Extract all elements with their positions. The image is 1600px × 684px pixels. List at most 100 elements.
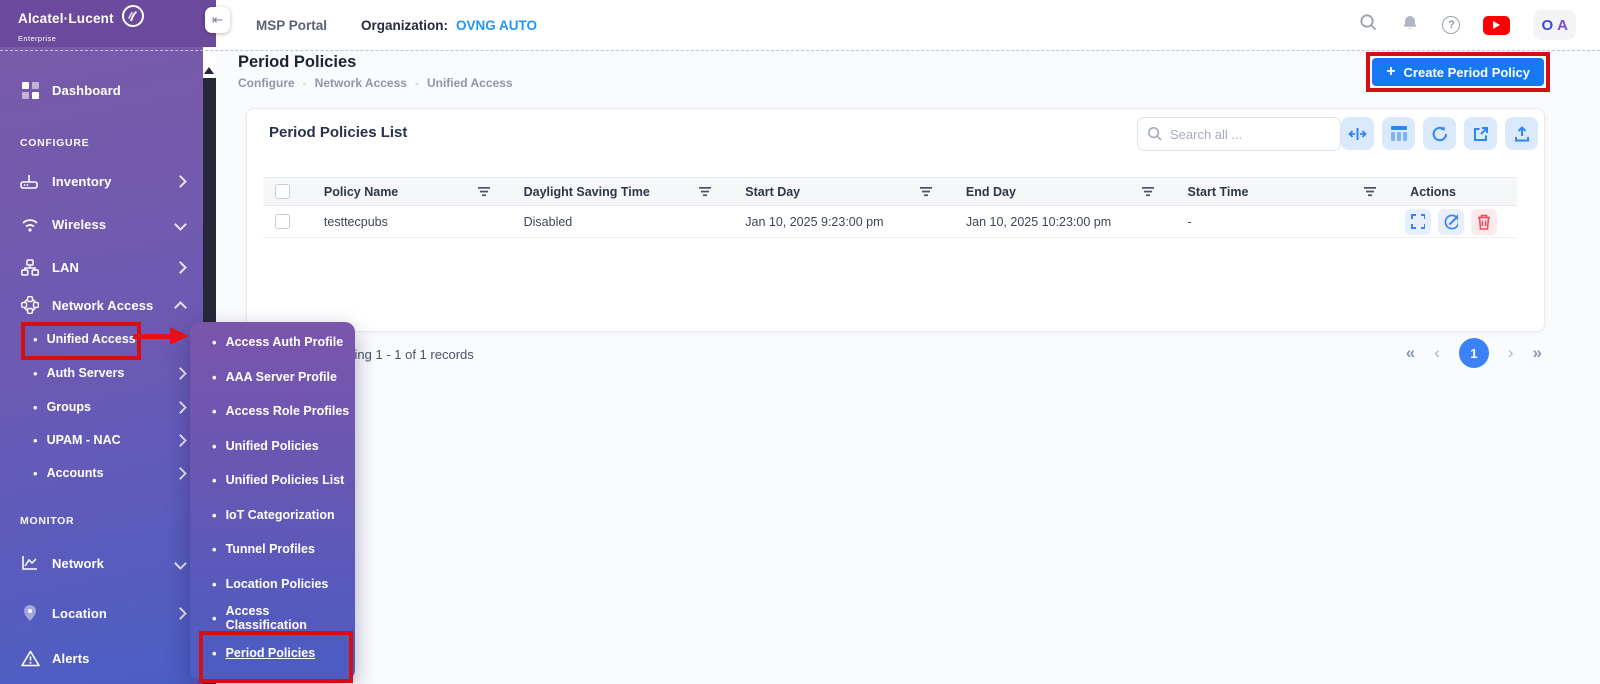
sidebar-collapse-button[interactable]: ⇤ [205, 7, 230, 33]
columns-icon [1391, 126, 1407, 141]
column-header-daylight-saving-time[interactable]: Daylight Saving Time [503, 178, 725, 205]
sidebar-item-inventory[interactable]: Inventory [0, 166, 203, 196]
bullet-icon: • [33, 433, 38, 448]
flyout-item-location-policies[interactable]: •Location Policies [204, 569, 351, 599]
sidebar-item-network[interactable]: Network [0, 548, 203, 578]
breadcrumb-item[interactable]: Unified Access [427, 76, 513, 90]
table-toolbar [1341, 117, 1538, 150]
flyout-item-iot-categorization[interactable]: •IoT Categorization [204, 500, 351, 530]
create-period-policy-button[interactable]: + Create Period Policy [1372, 58, 1544, 86]
edit-row-button[interactable] [1438, 209, 1464, 235]
sidebar-item-label: Dashboard [52, 83, 203, 98]
sidebar-subitem-accounts[interactable]: • Accounts [0, 458, 203, 488]
fit-columns-icon [1348, 127, 1367, 141]
flyout-item-unified-policies[interactable]: •Unified Policies [204, 431, 351, 461]
filter-icon[interactable] [1142, 186, 1155, 197]
youtube-icon[interactable] [1483, 16, 1510, 35]
row-checkbox[interactable] [275, 214, 290, 229]
column-header-policy-name[interactable]: Policy Name [303, 178, 503, 205]
notifications-bell-icon[interactable] [1401, 14, 1419, 37]
period-policies-card: Period Policies List [246, 108, 1545, 332]
column-header-end-day[interactable]: End Day [945, 178, 1167, 205]
pagination-page-1[interactable]: 1 [1459, 338, 1489, 368]
sidebar-item-network-access[interactable]: Network Access [0, 290, 203, 320]
bullet-icon: • [212, 439, 217, 454]
sidebar-item-dashboard[interactable]: Dashboard [0, 75, 203, 105]
filter-icon[interactable] [1364, 186, 1377, 197]
sidebar-subitem-label: UPAM - NAC [47, 433, 176, 447]
table-header-row: Policy Name Daylight Saving Time Start D… [263, 177, 1517, 206]
chevron-right-icon [174, 467, 187, 480]
annotation-arrow-head [170, 327, 189, 345]
bullet-icon: • [212, 508, 217, 523]
flyout-item-aaa-server-profile[interactable]: •AAA Server Profile [204, 362, 351, 392]
sidebar-item-location[interactable]: Location [0, 598, 203, 628]
network-access-icon [19, 296, 41, 314]
flyout-item-access-classification[interactable]: •Access Classification [204, 603, 351, 633]
column-header-start-time[interactable]: Start Time [1167, 178, 1390, 205]
table-row[interactable]: testtecpubs Disabled Jan 10, 2025 9:23:0… [263, 206, 1517, 238]
delete-row-button[interactable] [1471, 209, 1497, 235]
sidebar-item-lan[interactable]: LAN [0, 252, 203, 282]
flyout-item-tunnel-profiles[interactable]: •Tunnel Profiles [204, 534, 351, 564]
filter-icon[interactable] [699, 186, 712, 197]
card-title: Period Policies List [269, 124, 407, 141]
breadcrumb-separator: - [415, 76, 419, 90]
open-external-button[interactable] [1464, 117, 1497, 150]
annotation-box-create-button: + Create Period Policy [1366, 52, 1550, 92]
cell-actions [1389, 209, 1517, 235]
flyout-item-unified-policies-list[interactable]: •Unified Policies List [204, 465, 351, 495]
column-header-start-day[interactable]: Start Day [724, 178, 945, 205]
refresh-icon [1431, 125, 1449, 143]
alerts-warning-icon [19, 650, 41, 667]
filter-icon[interactable] [478, 186, 491, 197]
fit-columns-button[interactable] [1341, 117, 1374, 150]
bullet-icon: • [212, 404, 217, 419]
organization-label: Organization: [361, 18, 448, 33]
inventory-icon [19, 173, 41, 189]
user-avatar[interactable]: O A [1533, 10, 1576, 40]
help-icon[interactable]: ? [1442, 16, 1460, 34]
search-input[interactable] [1137, 117, 1341, 151]
organization-value-link[interactable]: OVNG AUTO [456, 18, 537, 33]
brand-subtitle: Enterprise [18, 34, 145, 43]
portal-title: MSP Portal [256, 18, 327, 33]
lan-icon [19, 259, 41, 276]
filter-icon[interactable] [920, 186, 933, 197]
wireless-icon [19, 216, 41, 232]
flyout-item-access-auth-profile[interactable]: •Access Auth Profile [204, 327, 351, 357]
sidebar-item-label: Inventory [52, 174, 176, 189]
top-header: MSP Portal Organization: OVNG AUTO ? O A [216, 0, 1600, 50]
export-upload-button[interactable] [1505, 117, 1538, 150]
unified-access-flyout-menu: •Access Auth Profile •AAA Server Profile… [190, 322, 355, 680]
pagination-next-button[interactable]: › [1508, 343, 1514, 363]
sidebar-subitem-upam-nac[interactable]: • UPAM - NAC [0, 425, 203, 455]
chevron-down-icon [174, 218, 187, 231]
pagination-prev-button[interactable]: ‹ [1434, 343, 1440, 363]
columns-button[interactable] [1382, 117, 1415, 150]
chevron-right-icon [174, 367, 187, 380]
select-all-checkbox[interactable] [275, 184, 290, 199]
breadcrumb-item[interactable]: Network Access [315, 76, 407, 90]
sidebar-subitem-label: Auth Servers [47, 366, 176, 380]
sidebar-subitem-label: Accounts [47, 466, 176, 480]
edit-icon [1444, 213, 1458, 230]
pagination-first-button[interactable]: « [1406, 343, 1415, 363]
pagination: « ‹ 1 › » [1406, 338, 1542, 368]
sidebar-item-wireless[interactable]: Wireless [0, 209, 203, 239]
sidebar-subitem-groups[interactable]: • Groups [0, 392, 203, 422]
sidebar-subitem-auth-servers[interactable]: • Auth Servers [0, 358, 203, 388]
pagination-last-button[interactable]: » [1533, 343, 1542, 363]
search-icon[interactable] [1359, 13, 1378, 37]
breadcrumb-item[interactable]: Configure [238, 76, 295, 90]
sidebar-item-alerts[interactable]: Alerts [0, 643, 203, 673]
avatar-initial-2: A [1557, 17, 1568, 34]
refresh-button[interactable] [1423, 117, 1456, 150]
cell-policy-name: testtecpubs [303, 215, 503, 229]
collapse-arrow-icon: ⇤ [212, 12, 223, 28]
scrollbar-up-arrow[interactable] [204, 67, 214, 74]
expand-row-button[interactable] [1405, 209, 1431, 235]
flyout-item-access-role-profiles[interactable]: •Access Role Profiles [204, 396, 351, 426]
cell-start-time: - [1167, 215, 1390, 229]
bullet-icon: • [212, 370, 217, 385]
